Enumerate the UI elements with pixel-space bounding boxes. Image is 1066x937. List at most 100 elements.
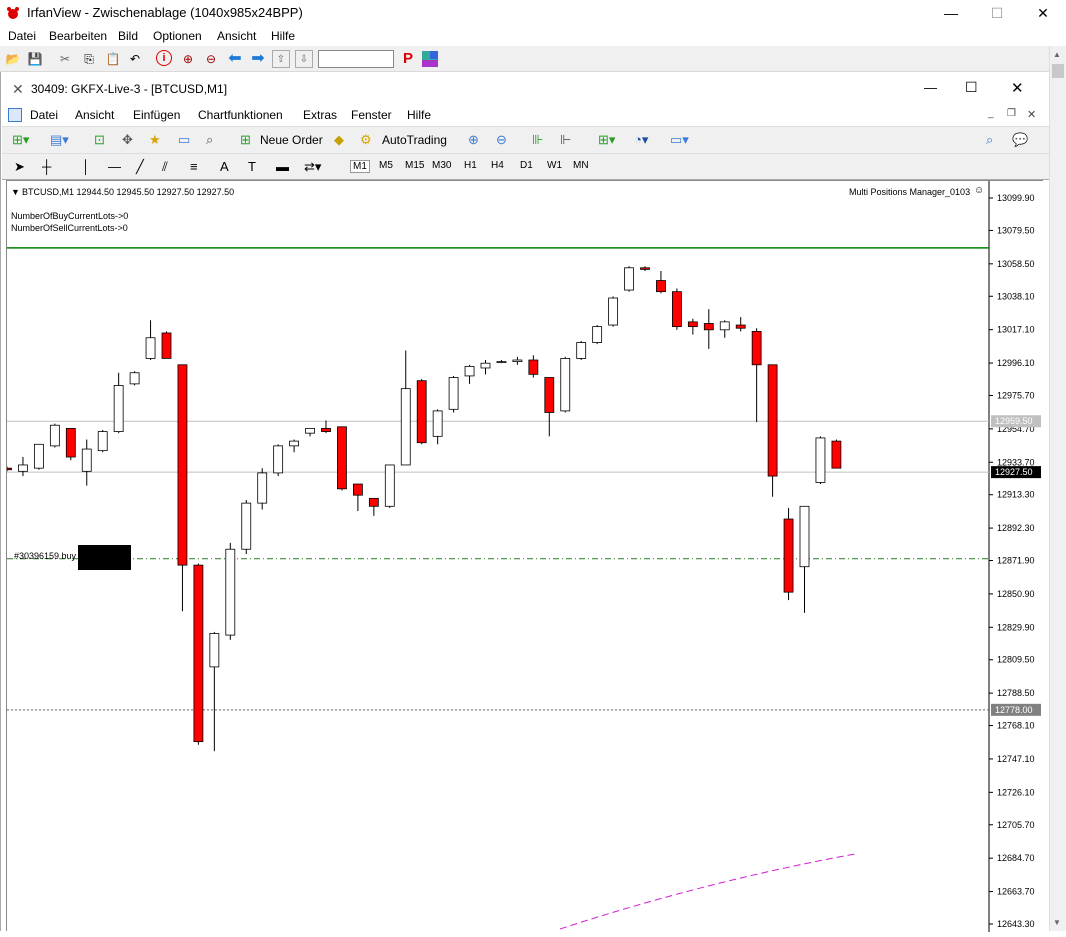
scroll-up-icon[interactable]: ▲: [1053, 50, 1061, 59]
terminal-icon[interactable]: ▭: [178, 131, 190, 149]
text-icon[interactable]: A: [220, 158, 229, 176]
tester-icon[interactable]: ⌕: [206, 131, 213, 149]
menu-bearbeiten[interactable]: Bearbeiten: [49, 29, 107, 43]
paint-icon[interactable]: [421, 50, 439, 68]
zoom-out-chart-icon[interactable]: ⊖: [496, 131, 507, 149]
y-tick-label: 12871.90: [997, 556, 1035, 566]
new-chart-icon[interactable]: ⊞▾: [12, 131, 29, 149]
page-input[interactable]: [318, 50, 394, 68]
cut-icon[interactable]: ✂: [56, 50, 74, 68]
mdi-restore-button[interactable]: ❐: [1007, 108, 1016, 119]
rectangle-icon[interactable]: ▬: [276, 158, 289, 176]
maximize-button[interactable]: ☐: [974, 0, 1020, 26]
copy-icon[interactable]: ⎘: [80, 50, 98, 68]
undo-icon[interactable]: ↶: [126, 50, 144, 68]
text-label-icon[interactable]: T: [248, 158, 256, 176]
candle-body: [289, 440, 300, 447]
menu-bild[interactable]: Bild: [118, 29, 138, 43]
chart-shift-icon[interactable]: ⊪: [532, 131, 543, 149]
mt4-menu-ansicht[interactable]: Ansicht: [75, 108, 114, 122]
menu-ansicht[interactable]: Ansicht: [217, 29, 256, 43]
scroll-thumb[interactable]: [1052, 64, 1064, 78]
mt4-menubar: Datei Ansicht Einfügen Chartfunktionen E…: [2, 106, 1049, 126]
chart-window[interactable]: 13099.90 13079.50 13058.50 13038.10 13017.10…: [2, 180, 1044, 932]
arrows-icon[interactable]: ⇄▾: [304, 158, 321, 176]
mt4-minimize-button[interactable]: —: [924, 80, 937, 95]
mdi-minimize-button[interactable]: _: [988, 108, 994, 119]
new-order-button[interactable]: Neue Order: [260, 133, 323, 147]
autoscroll-icon[interactable]: ⊩: [560, 131, 571, 149]
candle: [432, 409, 443, 445]
tf-m30[interactable]: M30: [432, 160, 451, 171]
price-chart[interactable]: 13099.90 13079.50 13058.50 13038.10 13017.10…: [2, 181, 1044, 932]
p-icon[interactable]: P: [399, 50, 417, 68]
indicator-name: Multi Positions Manager_0103: [849, 187, 971, 197]
crosshair-icon[interactable]: ┼: [42, 158, 51, 176]
paste-icon[interactable]: 📋: [104, 50, 122, 68]
zoom-in-chart-icon[interactable]: ⊕: [468, 131, 479, 149]
menu-optionen[interactable]: Optionen: [153, 29, 202, 43]
profiles-icon[interactable]: ▤▾: [50, 131, 69, 149]
horizontal-line-icon[interactable]: —: [108, 158, 121, 176]
channel-icon[interactable]: ⫽: [162, 158, 168, 176]
mt4-titlebar: ✕ 30409: GKFX-Live-3 - [BTCUSD,M1] — ☐ ✕: [2, 78, 1049, 108]
prev-arrow-icon[interactable]: ⬅: [226, 50, 244, 68]
mt4-menu-einfuegen[interactable]: Einfügen: [133, 108, 180, 122]
candle-body: [18, 464, 28, 472]
mt4-menu-extras[interactable]: Extras: [303, 108, 337, 122]
tf-m15[interactable]: M15: [405, 160, 424, 171]
vertical-scrollbar[interactable]: ▲ ▼: [1049, 46, 1066, 931]
candle-body: [257, 472, 268, 504]
tf-h1[interactable]: H1: [464, 160, 477, 171]
open-folder-icon[interactable]: 📂: [4, 50, 22, 68]
mt4-menu-fenster[interactable]: Fenster: [351, 108, 392, 122]
collapse-triangle-icon[interactable]: ▼: [11, 187, 20, 197]
next-arrow-icon[interactable]: ➡: [249, 50, 267, 68]
tf-m5[interactable]: M5: [379, 160, 393, 171]
tf-m1[interactable]: M1: [350, 160, 370, 173]
irfanview-toolbar: 📂 💾 ✂ ⎘ 📋 ↶ i ⊕ ⊖ ⬅ ➡ ⇧ ⇩ P: [0, 46, 1066, 72]
irfanview-titlebar: IrfanView - Zwischenablage (1040x985x24B…: [0, 0, 1066, 26]
tf-w1[interactable]: W1: [547, 160, 562, 171]
candle: [799, 505, 810, 613]
mt4-maximize-button[interactable]: ☐: [965, 79, 978, 96]
search-icon[interactable]: ⌕: [986, 131, 993, 149]
menu-datei[interactable]: Datei: [8, 29, 36, 43]
cursor-icon[interactable]: ➤: [14, 158, 25, 176]
mdi-close-button[interactable]: ✕: [1027, 108, 1036, 121]
new-order-icon[interactable]: ⊞: [240, 131, 251, 149]
candle-body: [799, 505, 810, 568]
scroll-down-icon[interactable]: ▼: [1053, 918, 1061, 927]
move-up-icon[interactable]: ⇧: [272, 50, 290, 68]
tf-d1[interactable]: D1: [520, 160, 533, 171]
fibo-icon[interactable]: ≡: [190, 158, 198, 176]
save-icon[interactable]: 💾: [26, 50, 44, 68]
chat-icon[interactable]: 💬: [1012, 131, 1028, 149]
tf-h4[interactable]: H4: [491, 160, 504, 171]
indicators-icon[interactable]: ⊞▾: [598, 131, 615, 149]
candle-body: [337, 426, 347, 490]
tf-mn[interactable]: MN: [573, 160, 589, 171]
candle-body: [719, 321, 730, 331]
info-icon[interactable]: i: [156, 50, 172, 66]
market-watch-icon[interactable]: ⊡: [94, 131, 105, 149]
minimize-button[interactable]: —: [928, 0, 974, 26]
templates-icon[interactable]: ▭▾: [670, 131, 689, 149]
mt4-menu-datei[interactable]: Datei: [30, 108, 58, 122]
vertical-line-icon[interactable]: │: [82, 158, 90, 176]
favorites-icon[interactable]: ★: [149, 131, 161, 149]
metaeditor-icon[interactable]: ◆: [334, 131, 344, 149]
menu-hilfe[interactable]: Hilfe: [271, 29, 295, 43]
periods-icon[interactable]: ◔▾: [634, 131, 648, 149]
zoom-in-icon[interactable]: ⊕: [179, 50, 197, 68]
autotrading-button[interactable]: AutoTrading: [382, 133, 447, 147]
move-down-icon[interactable]: ⇩: [295, 50, 313, 68]
trendline-icon[interactable]: ╱: [136, 158, 144, 176]
mt4-close-button[interactable]: ✕: [1011, 79, 1024, 97]
zoom-out-icon[interactable]: ⊖: [202, 50, 220, 68]
mt4-menu-chartfunktionen[interactable]: Chartfunktionen: [198, 108, 283, 122]
autotrading-icon[interactable]: ⚙: [360, 131, 372, 149]
close-button[interactable]: ✕: [1020, 0, 1066, 26]
mt4-menu-hilfe[interactable]: Hilfe: [407, 108, 431, 122]
navigator-icon[interactable]: ✥: [122, 131, 133, 149]
